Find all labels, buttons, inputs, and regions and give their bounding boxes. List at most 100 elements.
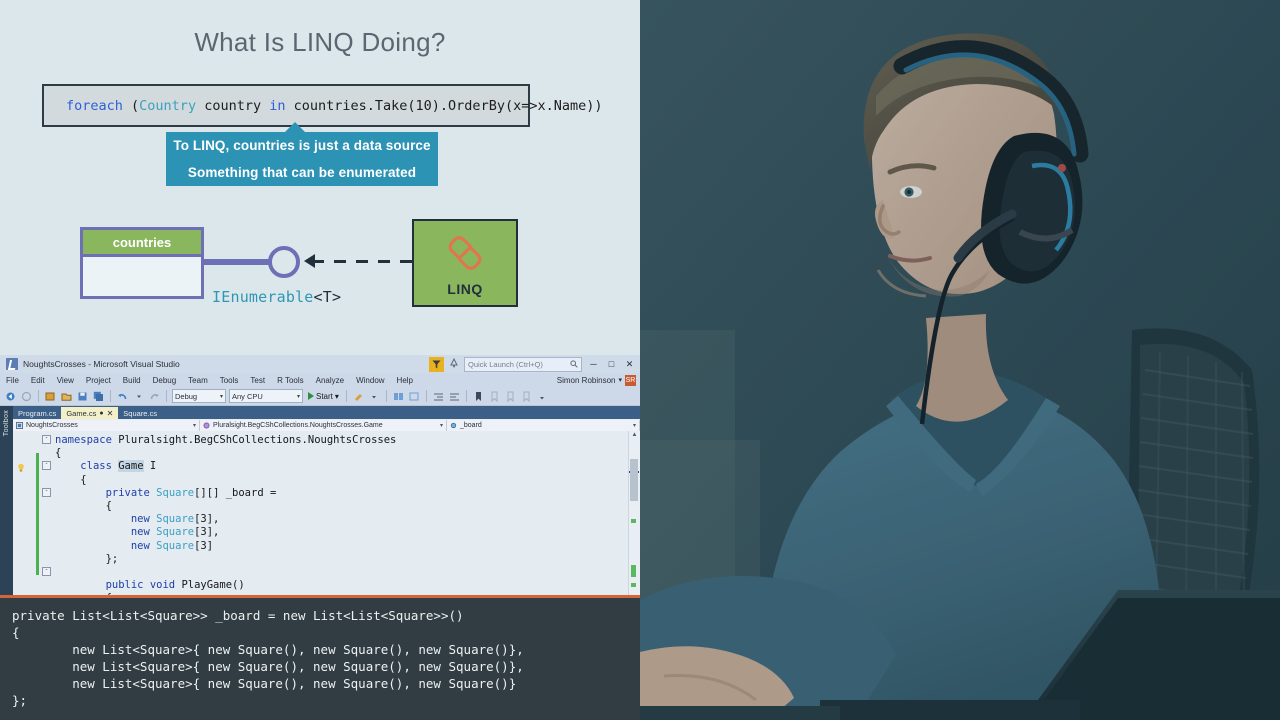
nav-type-select[interactable]: Pluralsight.BegCShCollections.NoughtsCro… — [200, 419, 447, 431]
menu-test[interactable]: Test — [244, 376, 271, 385]
menu-debug[interactable]: Debug — [147, 376, 183, 385]
close-tab-icon[interactable]: ✕ — [107, 409, 114, 418]
vs-title-bar-right: Quick Launch (Ctrl+Q) ─ □ ✕ — [429, 355, 636, 373]
uncomment-selection-icon[interactable] — [408, 390, 421, 403]
toolbar-overflow-icon[interactable] — [536, 390, 549, 403]
menu-tools[interactable]: Tools — [214, 376, 245, 385]
scroll-change-marker — [631, 565, 636, 577]
vs-title-bar: NoughtsCrosses - Microsoft Visual Studio… — [0, 355, 640, 373]
attach-to-process-icon[interactable] — [352, 390, 365, 403]
tab-square-cs[interactable]: Square.cs — [118, 407, 163, 419]
increase-indent-icon[interactable] — [448, 390, 461, 403]
navigate-backward-icon[interactable] — [4, 390, 17, 403]
fold-toggle[interactable]: - — [42, 435, 51, 444]
send-feedback-icon[interactable] — [429, 356, 444, 372]
solution-configuration-value: Debug — [175, 391, 198, 401]
toolbar-separator-6 — [425, 390, 427, 402]
vs-window-title: NoughtsCrosses - Microsoft Visual Studio — [23, 359, 180, 369]
tab-game-cs[interactable]: Game.cs ● ✕ — [61, 407, 119, 419]
solution-platform-select[interactable]: Any CPU ▾ — [229, 389, 303, 403]
toolbox-tab[interactable]: Toolbox — [0, 406, 13, 595]
vs-standard-toolbar: Debug ▾ Any CPU ▾ Start ▾ — [0, 387, 640, 406]
close-button[interactable]: ✕ — [623, 359, 636, 370]
menu-view[interactable]: View — [51, 376, 80, 385]
nav-member-select[interactable]: _board ▾ — [447, 419, 640, 431]
unsaved-change-bar — [36, 453, 39, 575]
solution-configuration-select[interactable]: Debug ▾ — [172, 389, 226, 403]
code-array-2: [3], — [194, 526, 220, 539]
next-bookmark-icon[interactable] — [504, 390, 517, 403]
start-debug-button[interactable]: Start ▾ — [306, 392, 341, 401]
lightbulb-icon[interactable] — [17, 463, 25, 473]
quick-launch-placeholder: Quick Launch (Ctrl+Q) — [468, 359, 543, 369]
start-label: Start — [316, 391, 333, 401]
visual-studio-window: NoughtsCrosses - Microsoft Visual Studio… — [0, 355, 640, 595]
instructor-photo — [640, 0, 1280, 720]
save-all-icon[interactable] — [92, 390, 105, 403]
new-project-icon[interactable] — [44, 390, 57, 403]
menu-analyze[interactable]: Analyze — [310, 376, 350, 385]
nav-project-value: NoughtsCrosses — [26, 421, 78, 429]
fold-toggle[interactable]: - — [42, 488, 51, 497]
source-code[interactable]: namespace Pluralsight.BegCShCollections.… — [55, 434, 396, 595]
toolbar-separator-2 — [110, 390, 111, 402]
fold-toggle[interactable]: - — [42, 567, 51, 576]
open-file-icon[interactable] — [60, 390, 73, 403]
menu-r-tools[interactable]: R Tools — [271, 376, 310, 385]
code-editor[interactable]: - - - - namespace Pluralsight.BegCShColl… — [13, 431, 640, 595]
undo-icon[interactable] — [116, 390, 129, 403]
outlining-margin[interactable]: - - - - — [42, 431, 52, 595]
minimize-button[interactable]: ─ — [587, 359, 600, 369]
linq-box: LINQ — [412, 219, 518, 307]
account-menu[interactable]: Simon Robinson ▾ SR — [557, 373, 636, 387]
code-brace-open-class: { — [55, 473, 87, 486]
decrease-indent-icon[interactable] — [432, 390, 445, 403]
notifications-icon[interactable] — [449, 355, 459, 373]
menu-edit[interactable]: Edit — [25, 376, 51, 385]
nav-project-select[interactable]: NoughtsCrosses ▾ — [13, 419, 200, 431]
save-icon[interactable] — [76, 390, 89, 403]
interface-label-generic: <T> — [313, 288, 342, 306]
editor-indicator-margin — [13, 431, 31, 595]
bookmark-icon[interactable] — [472, 390, 485, 403]
toolbar-separator — [38, 390, 39, 402]
clear-bookmarks-icon[interactable] — [520, 390, 533, 403]
menu-team[interactable]: Team — [182, 376, 214, 385]
code-rest: countries.Take(10).OrderBy(x=>x.Name)) — [285, 97, 603, 114]
slide: What Is LINQ Doing? foreach (Country cou… — [0, 0, 640, 355]
menu-file[interactable]: File — [0, 376, 25, 385]
scrollbar-thumb[interactable] — [630, 459, 638, 501]
code-sample-line: foreach (Country country in countries.Ta… — [44, 98, 602, 114]
code-type-square-3: Square — [156, 539, 195, 552]
quick-launch-input[interactable]: Quick Launch (Ctrl+Q) — [464, 356, 582, 372]
menu-help[interactable]: Help — [391, 376, 419, 385]
previous-bookmark-icon[interactable] — [488, 390, 501, 403]
menu-window[interactable]: Window — [350, 376, 390, 385]
comment-selection-icon[interactable] — [392, 390, 405, 403]
dependency-arrow-line — [312, 260, 412, 263]
interface-label-name: IEnumerable — [212, 288, 314, 306]
instructor-video-pane — [640, 0, 1280, 720]
code-keyword-class: class — [80, 460, 112, 473]
redo-icon[interactable] — [148, 390, 161, 403]
fold-toggle[interactable]: - — [42, 461, 51, 470]
code-type-square: Square — [156, 486, 195, 499]
scroll-change-marker — [631, 519, 636, 523]
scroll-up-icon[interactable]: ▲ — [631, 432, 638, 438]
maximize-button[interactable]: □ — [605, 359, 618, 369]
code-keyword-new-1: new — [130, 513, 150, 526]
navigate-forward-icon[interactable] — [20, 390, 33, 403]
code-keyword-new-2: new — [130, 526, 150, 539]
editor-vertical-scrollbar[interactable]: ▲ — [628, 431, 640, 595]
menu-build[interactable]: Build — [117, 376, 147, 385]
callout-box: To LINQ, countries is just a data source… — [166, 122, 438, 186]
code-method-name: PlayGame() — [175, 579, 245, 592]
toolbar-separator-7 — [465, 390, 467, 402]
overlay-code: private List<List<Square>> _board = new … — [12, 608, 524, 708]
toolbar-separator-5 — [385, 390, 387, 402]
attach-dropdown-icon[interactable] — [368, 390, 381, 403]
undo-dropdown-icon[interactable] — [132, 390, 145, 403]
code-class-name-selected: Game — [118, 460, 144, 473]
menu-project[interactable]: Project — [80, 376, 117, 385]
tab-program-cs[interactable]: Program.cs — [13, 407, 62, 419]
